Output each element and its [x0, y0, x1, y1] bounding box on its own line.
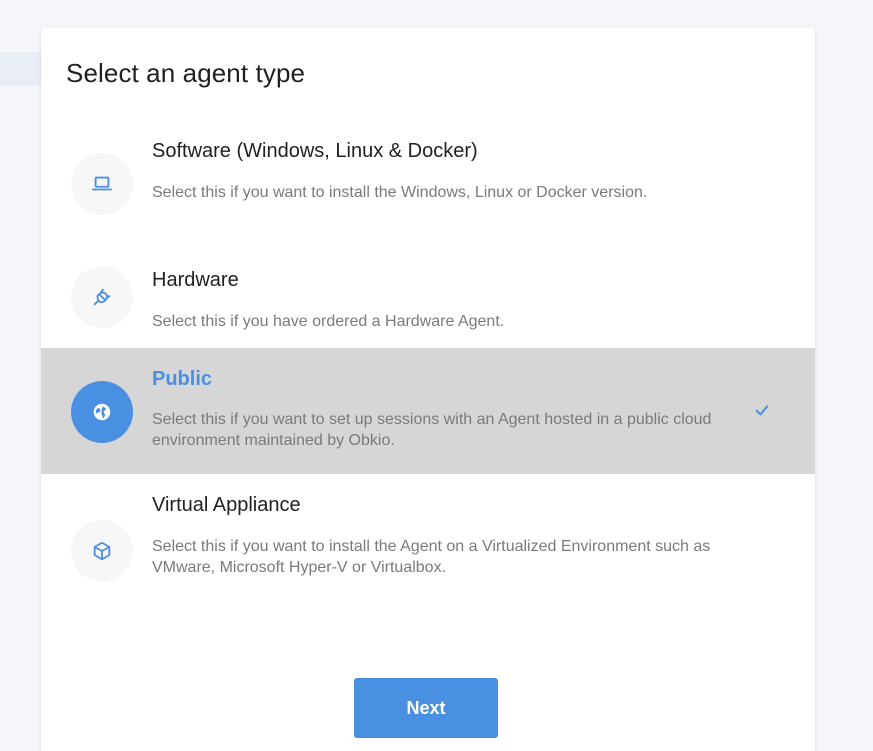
plug-icon: [71, 266, 133, 328]
option-title: Virtual Appliance: [152, 494, 301, 516]
globe-icon: [71, 381, 133, 443]
option-title: Hardware: [152, 269, 239, 291]
cube-icon: [71, 520, 133, 582]
option-description: Select this if you want to install the A…: [152, 538, 711, 576]
option-description: Select this if you want to install the W…: [152, 184, 648, 201]
option-description: Select this if you want to set up sessio…: [152, 411, 712, 449]
option-description: Select this if you have ordered a Hardwa…: [152, 313, 505, 330]
laptop-icon: [71, 153, 133, 215]
dialog-title: Select an agent type: [66, 58, 306, 88]
option-title: Public: [152, 368, 213, 390]
next-button[interactable]: Next: [354, 678, 498, 738]
option-hardware[interactable]: Hardware Select this if you have ordered…: [41, 256, 815, 348]
page: Select an agent type Software (Windows, …: [0, 0, 873, 751]
option-public[interactable]: Public Select this if you want to set up…: [41, 348, 815, 474]
option-software[interactable]: Software (Windows, Linux & Docker) Selec…: [41, 126, 815, 241]
background-strip: [0, 52, 42, 86]
checkmark-icon: [755, 405, 769, 416]
option-virtual-appliance[interactable]: Virtual Appliance Select this if you wan…: [41, 482, 815, 632]
option-title: Software (Windows, Linux & Docker): [152, 140, 478, 162]
agent-type-dialog: Select an agent type Software (Windows, …: [41, 28, 815, 751]
